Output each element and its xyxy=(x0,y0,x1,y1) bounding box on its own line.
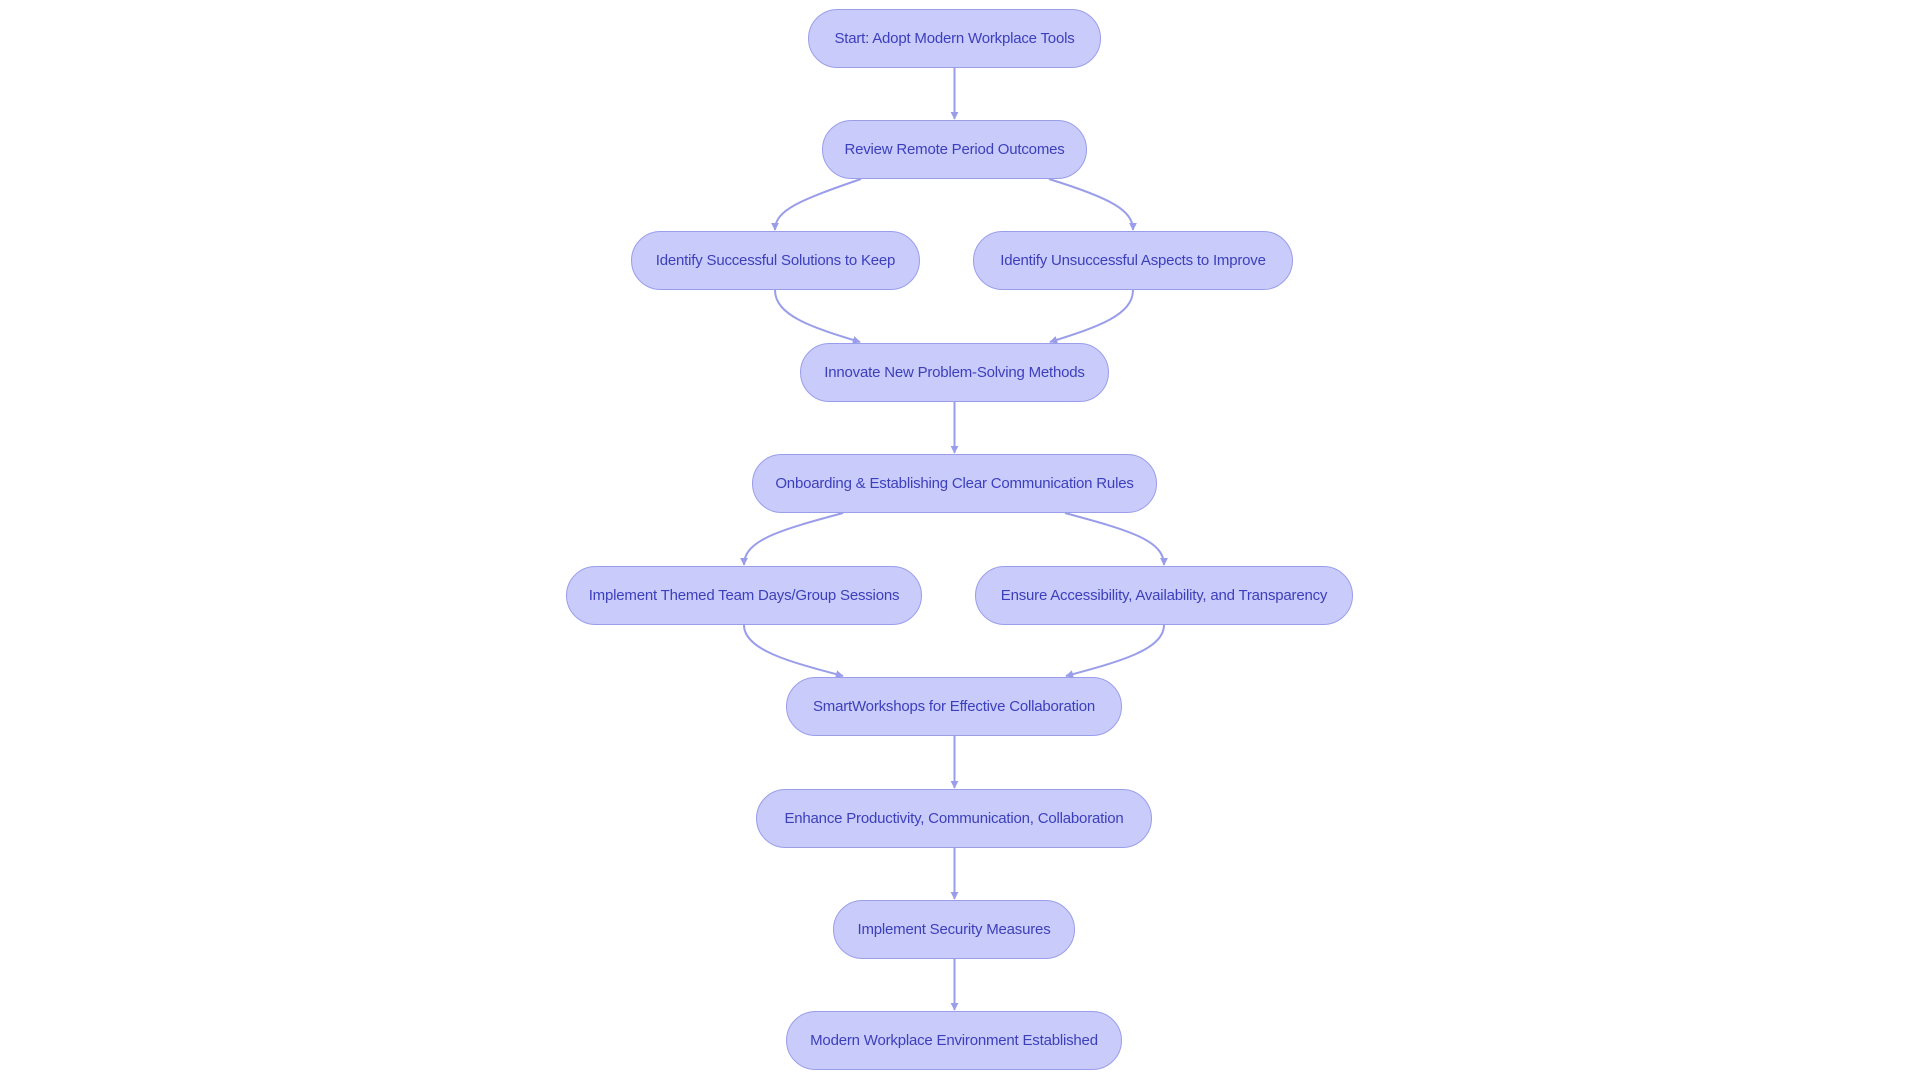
edge-onboarding-to-ensure xyxy=(1064,512,1168,566)
node-themed: Implement Themed Team Days/Group Session… xyxy=(566,566,922,625)
node-ensure: Ensure Accessibility, Availability, and … xyxy=(975,566,1353,625)
edge-ensure-to-smart xyxy=(1065,624,1165,678)
node-start: Start: Adopt Modern Workplace Tools xyxy=(808,9,1101,68)
edge-keep-to-innovate xyxy=(774,289,861,344)
edge-themed-to-smart xyxy=(743,624,844,679)
node-review: Review Remote Period Outcomes xyxy=(822,120,1087,179)
node-enhance: Enhance Productivity, Communication, Col… xyxy=(756,789,1152,848)
edge-review-to-improve xyxy=(1048,178,1137,231)
node-innovate: Innovate New Problem-Solving Methods xyxy=(800,343,1109,402)
node-modern: Modern Workplace Environment Established xyxy=(786,1011,1122,1070)
edge-onboarding-to-themed xyxy=(740,512,844,566)
node-security: Implement Security Measures xyxy=(833,900,1075,959)
edge-improve-to-innovate xyxy=(1049,289,1134,344)
node-onboarding: Onboarding & Establishing Clear Communic… xyxy=(752,454,1157,513)
node-keep: Identify Successful Solutions to Keep xyxy=(631,231,920,290)
node-smart: SmartWorkshops for Effective Collaborati… xyxy=(786,677,1122,736)
edge-review-to-keep xyxy=(771,178,862,231)
node-improve: Identify Unsuccessful Aspects to Improve xyxy=(973,231,1293,290)
